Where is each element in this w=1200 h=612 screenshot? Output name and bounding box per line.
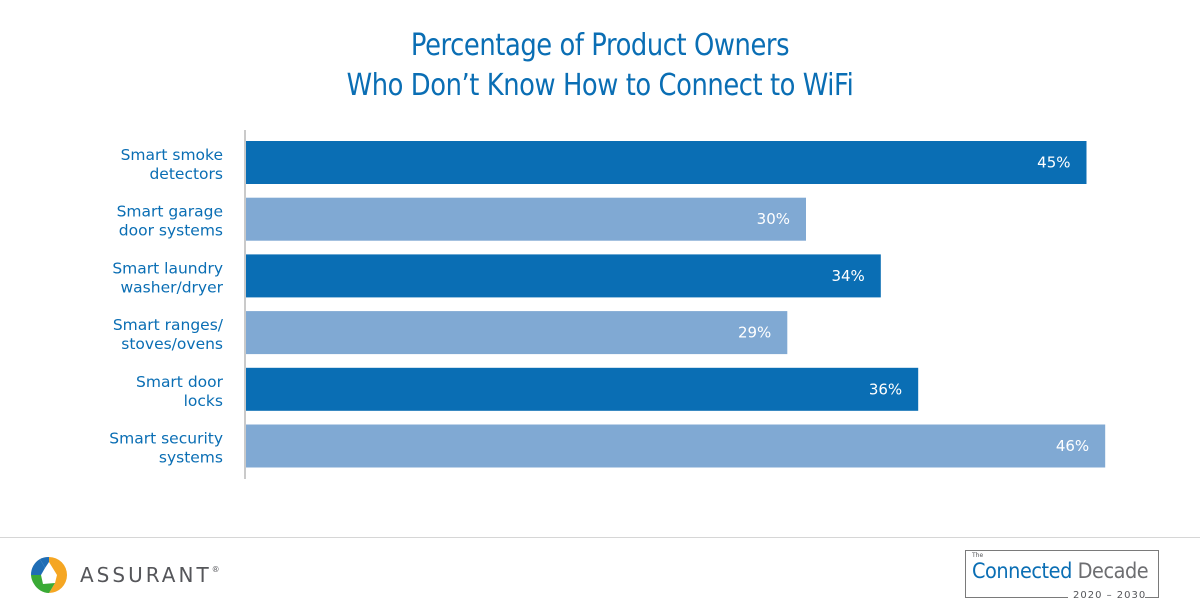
badge-decade-text: Decade: [1077, 559, 1149, 583]
badge-bottom-rule: 2020 – 2030: [965, 590, 1159, 604]
bar-4: [246, 367, 919, 411]
bar-5: [246, 424, 1106, 468]
badge-rule-right: [1145, 597, 1159, 598]
assurant-brand-name: ASSURANT®: [80, 563, 220, 587]
badge-years-text: 2020 – 2030: [1073, 590, 1147, 601]
bar-0: [246, 141, 1087, 184]
badge-connected-text: Connected: [972, 559, 1072, 583]
badge-the-text: The: [972, 552, 984, 559]
category-label-2-line-0: Smart laundry: [112, 259, 223, 277]
value-label-4: 36%: [869, 380, 902, 398]
footer-divider: [0, 537, 1200, 538]
category-label-0-line-0: Smart smoke: [121, 146, 223, 164]
bar-3: [246, 311, 788, 355]
badge-rule-left: [965, 597, 1068, 598]
bar-2: [246, 254, 881, 298]
bar-chart: 45%30%34%29%36%46% Smart smokedetectorsS…: [109, 130, 1106, 479]
value-label-5: 46%: [1056, 437, 1089, 455]
category-label-1-line-0: Smart garage: [117, 203, 223, 221]
value-label-1: 30%: [757, 210, 790, 228]
value-label-0: 45%: [1037, 154, 1070, 172]
category-label-5-line-0: Smart security: [109, 430, 223, 448]
category-label-4-line-1: locks: [184, 392, 223, 410]
value-label-2: 34%: [831, 267, 864, 285]
brand-text: ASSURANT: [80, 563, 212, 587]
category-labels-group: Smart smokedetectors Smart garagedoor sys…: [109, 146, 223, 467]
category-label-3-line-1: stoves/ovens: [121, 335, 223, 353]
assurant-logo-icon: [30, 556, 67, 593]
category-label-0-line-1: detectors: [149, 165, 223, 183]
badge-title: Connected Decade: [972, 559, 1149, 583]
value-label-3: 29%: [738, 324, 771, 342]
bars-group: 45% 30% 34% 29% 36% 46%: [246, 141, 1106, 468]
category-label-2-line-1: washer/dryer: [121, 278, 224, 296]
category-label-1-line-1: door systems: [119, 222, 223, 240]
category-label-4-line-0: Smart door: [136, 373, 224, 391]
category-label-5-line-1: systems: [159, 449, 223, 467]
bar-1: [246, 197, 806, 241]
category-label-3-line-0: Smart ranges/: [113, 316, 224, 334]
registered-mark: ®: [211, 565, 220, 574]
